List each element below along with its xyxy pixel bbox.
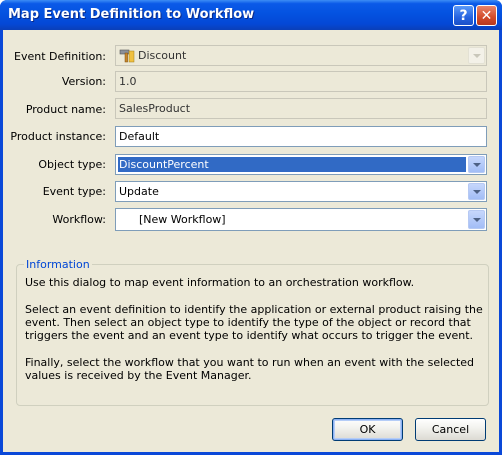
- info-paragraph-intro: Use this dialog to map event information…: [25, 276, 415, 289]
- dialog-title: Map Event Definition to Workflow: [8, 7, 255, 22]
- object-type-dropdown-arrow[interactable]: [468, 156, 485, 173]
- title-bar[interactable]: Map Event Definition to Workflow ? ✕: [0, 0, 502, 30]
- event-definition-combo: Discount: [115, 45, 487, 66]
- chevron-down-icon: [472, 189, 481, 194]
- event-definition-dropdown-arrow: [468, 47, 485, 64]
- event-type-dropdown-arrow[interactable]: [468, 183, 485, 200]
- object-type-value: DiscountPercent: [118, 157, 466, 172]
- event-definition-value: Discount: [138, 49, 187, 62]
- info-paragraph-workflow: Finally, select the workflow that you wa…: [25, 356, 475, 382]
- chevron-down-icon: [472, 53, 481, 58]
- cancel-button[interactable]: Cancel: [415, 418, 486, 441]
- dialog-body: Event Definition: Discount Version: 1.0 …: [3, 30, 499, 452]
- hammer-icon: [119, 49, 135, 63]
- version-label: Version:: [61, 75, 106, 88]
- help-button[interactable]: ?: [453, 5, 474, 26]
- version-field: 1.0: [115, 71, 487, 92]
- workflow-label: Workflow:: [52, 213, 106, 226]
- object-type-label: Object type:: [38, 158, 106, 171]
- close-icon: ✕: [480, 7, 493, 24]
- help-icon: ?: [459, 7, 468, 24]
- workflow-value: [New Workflow]: [139, 213, 226, 226]
- object-type-combo[interactable]: DiscountPercent: [115, 154, 487, 175]
- ok-button[interactable]: OK: [332, 418, 403, 441]
- product-instance-label: Product instance:: [10, 130, 106, 143]
- product-name-field: SalesProduct: [115, 98, 487, 119]
- chevron-down-icon: [472, 162, 481, 167]
- information-group: Information Use this dialog to map event…: [16, 258, 489, 406]
- info-paragraph-selection: Select an event definition to identify t…: [25, 303, 483, 342]
- chevron-down-icon: [472, 217, 481, 222]
- workflow-dropdown-arrow[interactable]: [468, 210, 485, 229]
- event-type-combo[interactable]: Update: [115, 181, 487, 202]
- product-instance-input[interactable]: Default: [115, 126, 487, 147]
- information-legend: Information: [24, 258, 92, 271]
- close-button[interactable]: ✕: [476, 5, 497, 26]
- dialog-window: Map Event Definition to Workflow ? ✕ Eve…: [0, 0, 502, 455]
- workflow-combo[interactable]: [New Workflow]: [115, 208, 487, 231]
- event-definition-label: Event Definition:: [14, 50, 106, 63]
- event-type-label: Event type:: [42, 185, 106, 198]
- event-type-value: Update: [119, 185, 159, 198]
- product-name-label: Product name:: [25, 103, 106, 116]
